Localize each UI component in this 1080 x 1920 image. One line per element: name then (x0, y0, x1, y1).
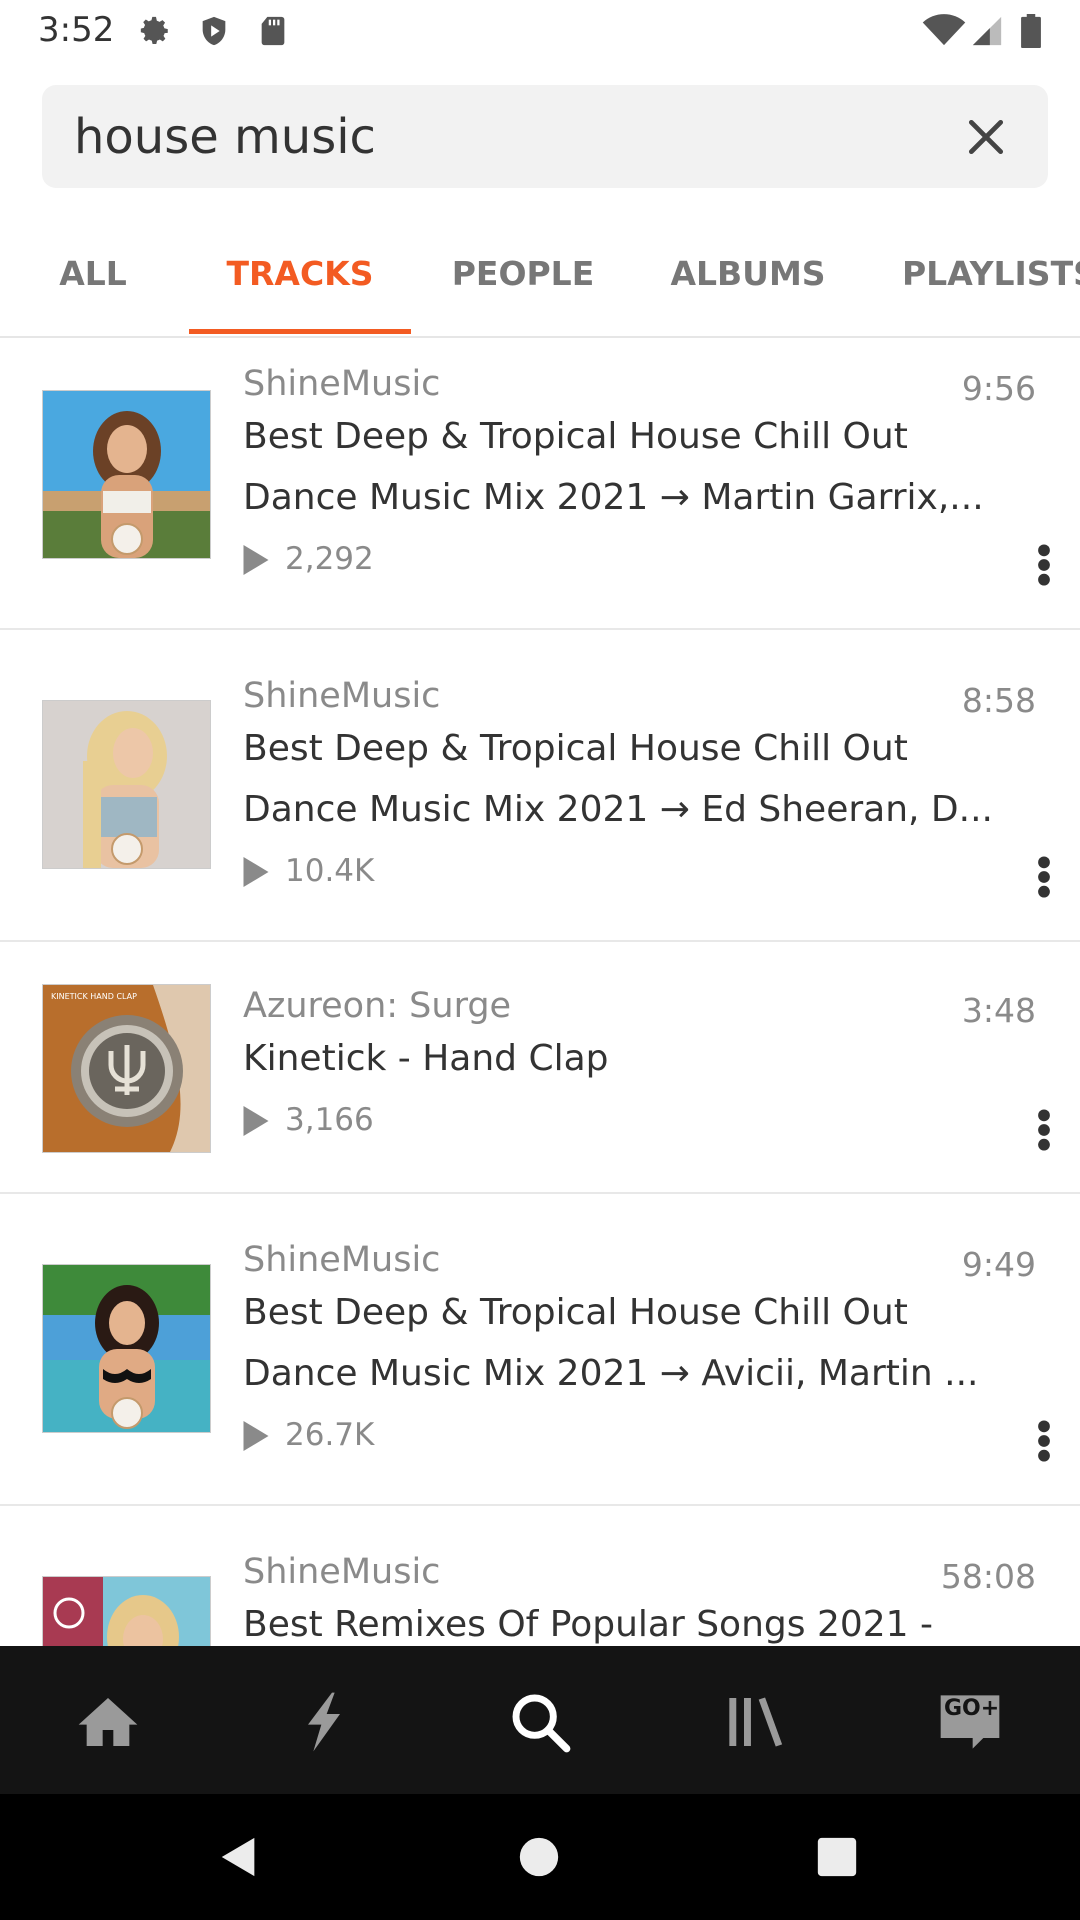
play-icon (243, 1421, 269, 1451)
tab-albums[interactable]: ALBUMS (668, 228, 828, 336)
track-artist[interactable]: ShineMusic (243, 676, 440, 716)
go-plus-button[interactable]: GO+ (938, 1690, 1002, 1754)
track-artwork[interactable] (42, 1576, 211, 1646)
track-artwork[interactable] (42, 1264, 211, 1433)
play-count-value: 3,166 (285, 1102, 374, 1138)
track-artist[interactable]: Azureon: Surge (243, 986, 511, 1026)
track-duration: 8:58 (961, 681, 1036, 720)
signal-icon (972, 16, 1002, 46)
track-artwork[interactable] (42, 700, 211, 869)
artwork-text: KINETICK HAND CLAP (51, 992, 137, 1001)
tab-all[interactable]: ALL (52, 228, 134, 336)
more-options-icon[interactable] (1036, 1108, 1052, 1152)
active-tab-indicator (189, 329, 411, 334)
battery-icon (1021, 14, 1041, 48)
play-count-value: 26.7K (285, 1417, 375, 1453)
home-icon[interactable] (76, 1690, 140, 1754)
tab-people[interactable]: PEOPLE (448, 228, 598, 336)
track-duration: 58:08 (940, 1557, 1036, 1596)
go-plus-label: GO+ (944, 1696, 1000, 1721)
search-bar (42, 85, 1048, 188)
tab-playlists[interactable]: PLAYLISTS (902, 228, 1080, 336)
play-count-value: 10.4K (285, 853, 375, 889)
search-input[interactable] (74, 85, 934, 188)
track-title-continued[interactable]: Dance Music Mix 2021 → Avicii, Martin ..… (243, 1353, 1003, 1394)
track-list[interactable]: ShineMusic 9:56 Best Deep & Tropical Hou… (0, 338, 1080, 1646)
track-title-continued[interactable]: Dance Music Mix 2021 → Martin Garrix,... (243, 477, 1003, 518)
gear-icon (140, 16, 168, 45)
bottom-navigation: GO+ (0, 1646, 1080, 1794)
play-count-value: 2,292 (285, 541, 374, 577)
system-navigation (0, 1794, 1080, 1920)
play-icon (243, 545, 269, 575)
recents-icon[interactable] (814, 1834, 860, 1880)
play-icon (243, 1106, 269, 1136)
track-artist[interactable]: ShineMusic (243, 364, 440, 404)
track-artist[interactable]: ShineMusic (243, 1240, 440, 1280)
more-options-icon[interactable] (1036, 1419, 1052, 1463)
track-duration: 9:49 (961, 1245, 1036, 1284)
track-title[interactable]: Best Deep & Tropical House Chill Out (243, 1292, 1003, 1333)
track-title[interactable]: Best Deep & Tropical House Chill Out (243, 416, 1003, 457)
track-row[interactable]: ShineMusic 9:56 Best Deep & Tropical Hou… (0, 338, 1080, 630)
play-icon (243, 857, 269, 887)
track-artwork[interactable]: KINETICK HAND CLAP (42, 984, 211, 1153)
status-time: 3:52 (38, 10, 115, 50)
more-options-icon[interactable] (1036, 543, 1052, 587)
shield-icon (202, 16, 226, 46)
track-title[interactable]: Best Deep & Tropical House Chill Out (243, 728, 1003, 769)
sd-card-icon (261, 16, 285, 46)
lightning-icon[interactable] (292, 1690, 356, 1754)
track-artist[interactable]: ShineMusic (243, 1552, 440, 1592)
wifi-icon (922, 14, 966, 46)
track-title[interactable]: Best Remixes Of Popular Songs 2021 - (243, 1604, 1003, 1645)
status-bar: 3:52 (0, 0, 1080, 66)
track-row[interactable]: KINETICK HAND CLAP Azureon: Surge 3:48 K… (0, 940, 1080, 1194)
more-options-icon[interactable] (1036, 855, 1052, 899)
track-row[interactable]: ShineMusic 58:08 Best Remixes Of Popular… (0, 1504, 1080, 1646)
library-icon[interactable] (724, 1690, 788, 1754)
search-icon[interactable] (508, 1690, 572, 1754)
home-circle-icon[interactable] (516, 1834, 562, 1880)
back-icon[interactable] (216, 1834, 262, 1880)
track-title-continued[interactable]: Dance Music Mix 2021 → Ed Sheeran, D... (243, 789, 1003, 830)
track-row[interactable]: ShineMusic 9:49 Best Deep & Tropical Hou… (0, 1192, 1080, 1506)
close-icon[interactable] (964, 115, 1008, 159)
search-tabs: ALL TRACKS PEOPLE ALBUMS PLAYLISTS (0, 228, 1080, 338)
track-duration: 3:48 (961, 991, 1036, 1030)
track-row[interactable]: ShineMusic 8:58 Best Deep & Tropical Hou… (0, 628, 1080, 942)
track-duration: 9:56 (961, 369, 1036, 408)
track-title[interactable]: Kinetick - Hand Clap (243, 1038, 1003, 1079)
tab-tracks[interactable]: TRACKS (189, 228, 411, 336)
track-artwork[interactable] (42, 390, 211, 559)
